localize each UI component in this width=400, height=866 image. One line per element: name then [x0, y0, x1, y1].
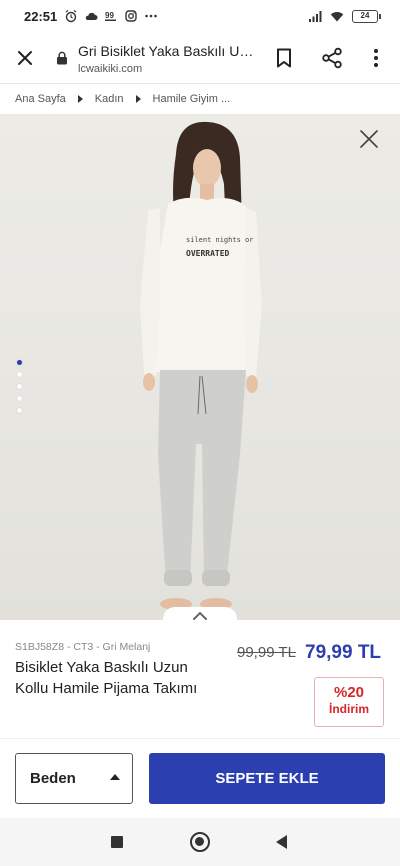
gallery-pagination [17, 360, 22, 413]
status-time: 22:51 [24, 9, 58, 24]
gallery-dot[interactable] [17, 372, 22, 377]
product-sku: S1BJ58Z8 - CT3 - Gri Melanj [15, 641, 151, 653]
status-left-icons: 99 [64, 9, 158, 23]
home-icon[interactable] [190, 832, 210, 852]
gallery-dot[interactable] [17, 408, 22, 413]
breadcrumb: Ana Sayfa Kadın Hamile Giyim ... [0, 84, 400, 114]
status-right-icons: 24 [308, 9, 381, 23]
cloud-icon [85, 12, 98, 20]
close-icon[interactable] [14, 47, 36, 69]
size-select[interactable]: Beden [15, 753, 133, 804]
lock-icon [57, 51, 67, 65]
status-bar: 22:51 99 24 [0, 0, 400, 34]
app-badge-icon: 99 [105, 11, 116, 21]
gallery-dot[interactable] [17, 396, 22, 401]
shirt-print-text-1: silent nights or [186, 236, 253, 244]
back-icon[interactable] [276, 835, 287, 849]
battery-icon: 24 [352, 9, 381, 23]
alarm-icon [65, 10, 77, 23]
recent-apps-icon[interactable] [111, 836, 123, 848]
gallery-dot[interactable] [17, 360, 22, 365]
current-price: 79,99 TL [305, 642, 382, 663]
discount-label: İndirim [328, 702, 369, 716]
gallery-dot[interactable] [17, 384, 22, 389]
breadcrumb-item-women[interactable]: Kadın [95, 93, 124, 105]
url-domain[interactable]: lcwaikiki.com [78, 63, 142, 75]
page-title[interactable]: Gri Bisiklet Yaka Baskılı Uzun Kollu Ham… [78, 43, 256, 59]
product-title: Bisiklet Yaka Baskılı Uzun Kollu Hamile … [15, 659, 198, 697]
breadcrumb-item-maternity[interactable]: Hamile Giyim ... [153, 93, 231, 105]
shirt-print-text-2: OVERRATED [186, 249, 230, 258]
discount-percent: %20 [333, 684, 365, 701]
discount-badge: %20 İndirim [314, 677, 384, 727]
wifi-icon [330, 12, 344, 22]
browser-bar: Gri Bisiklet Yaka Baskılı Uzun Kollu Ham… [0, 34, 400, 84]
product-image-gallery[interactable]: silent nights or OVERRATED [0, 114, 400, 620]
caret-up-icon [110, 774, 120, 780]
chevron-up-icon[interactable] [192, 610, 208, 620]
breadcrumb-item-home[interactable]: Ana Sayfa [15, 93, 66, 105]
add-to-cart-button[interactable]: SEPETE EKLE [149, 753, 385, 804]
product-photo: silent nights or OVERRATED [140, 121, 262, 610]
action-bar: Beden SEPETE EKLE [0, 738, 400, 818]
share-icon[interactable] [321, 47, 343, 69]
size-select-label: Beden [30, 770, 76, 787]
chevron-right-icon [77, 95, 83, 103]
chevron-right-icon [135, 95, 141, 103]
bookmark-icon[interactable] [274, 47, 294, 69]
product-info: S1BJ58Z8 - CT3 - Gri Melanj Bisiklet Yak… [0, 620, 400, 738]
close-gallery-icon[interactable] [358, 128, 380, 150]
old-price: 99,99 TL [237, 644, 296, 661]
more-dots-icon [145, 14, 157, 18]
system-nav-bar [0, 818, 400, 866]
svg-text:99: 99 [105, 11, 114, 20]
signal-icon [309, 11, 322, 22]
menu-dots-icon[interactable] [368, 47, 384, 69]
instagram-icon [125, 10, 137, 22]
